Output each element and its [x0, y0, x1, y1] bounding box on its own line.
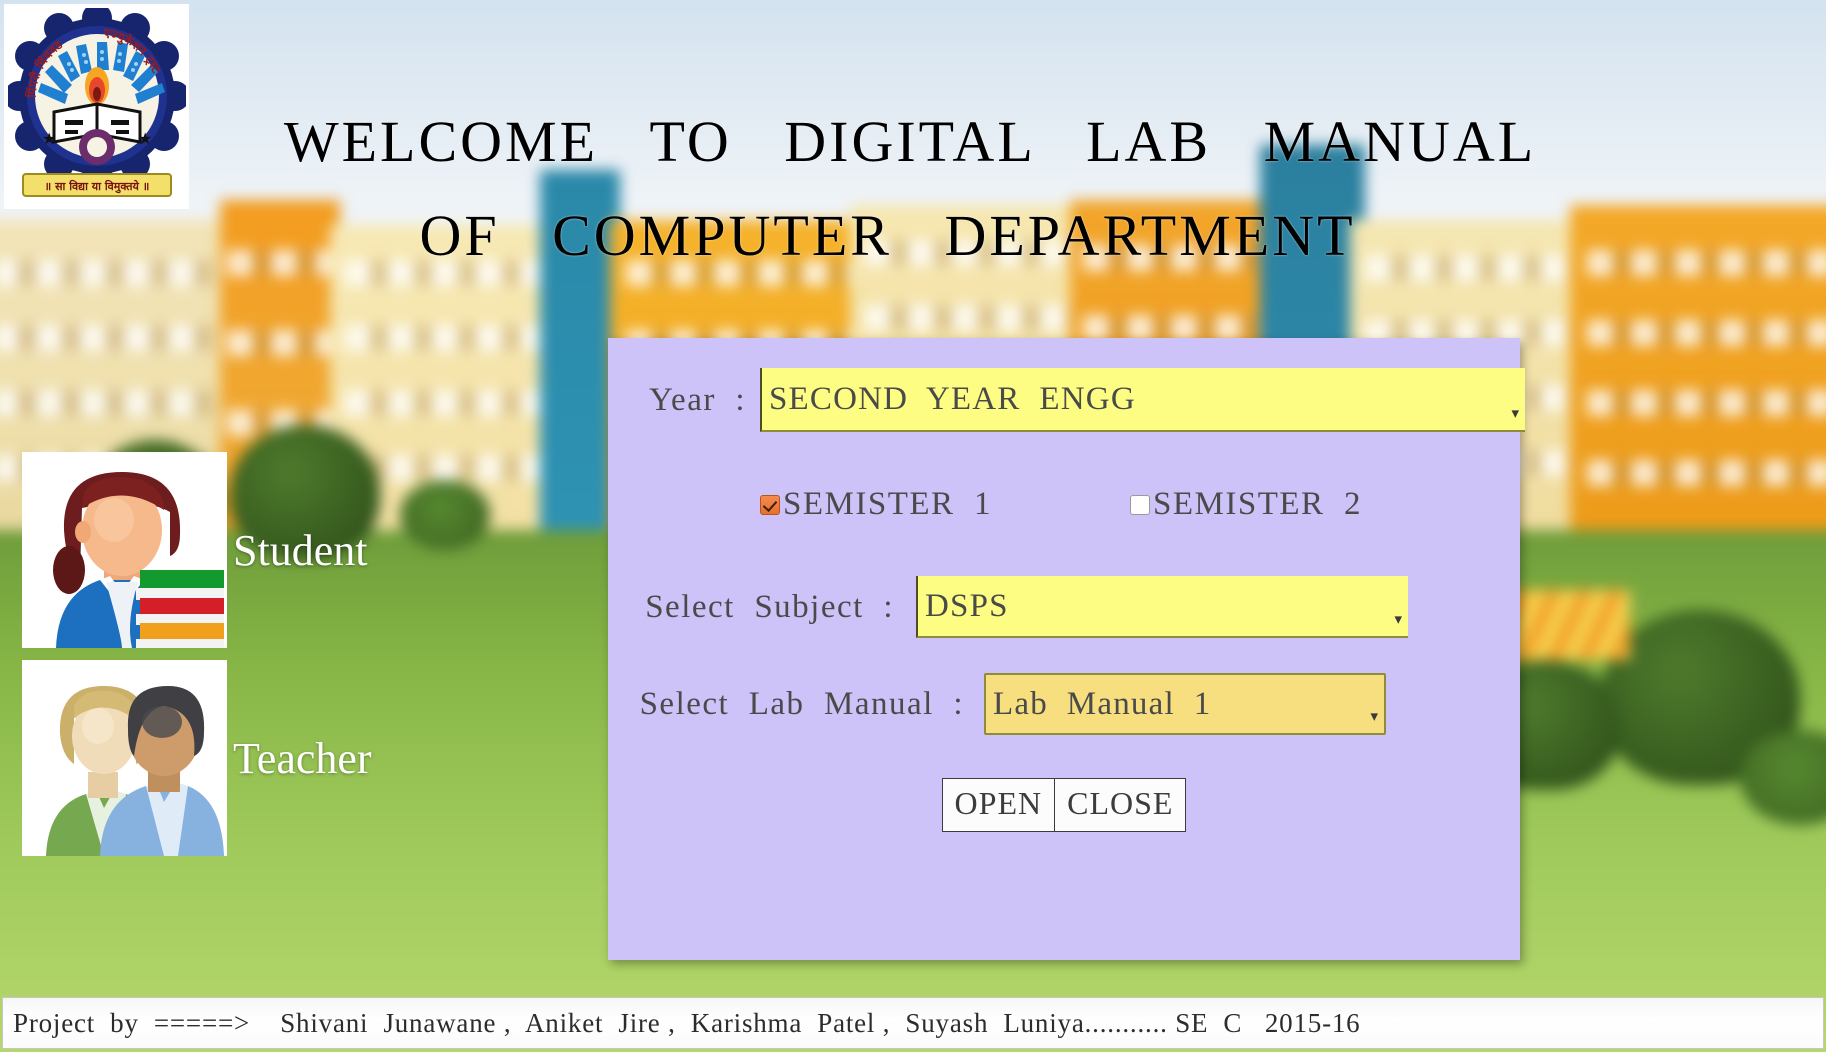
- svg-text:★: ★: [138, 131, 152, 148]
- subject-row: Select Subject : DSPS ▾: [634, 576, 1408, 638]
- chevron-down-icon[interactable]: ▾: [1370, 710, 1378, 725]
- title-line-1: WELCOME TO DIGITAL LAB MANUAL: [283, 109, 1537, 174]
- svg-text:★: ★: [42, 131, 56, 148]
- year-row: Year : SECOND YEAR ENGG ▾: [634, 368, 1525, 432]
- teacher-avatar-icon[interactable]: [22, 660, 227, 856]
- svg-text:॥ सा विद्या या विमुक्तये ॥: ॥ सा विद्या या विमुक्तये ॥: [44, 179, 149, 194]
- year-value: SECOND YEAR ENGG: [769, 380, 1136, 417]
- open-button[interactable]: OPEN: [941, 778, 1055, 832]
- lab-manual-dropdown[interactable]: Lab Manual 1 ▾: [984, 673, 1386, 735]
- lab-manual-selection-dialog: Year : SECOND YEAR ENGG ▾ SEMISTER 1 SEM…: [608, 338, 1525, 960]
- semester-1-label: SEMISTER 1: [783, 486, 993, 522]
- application-window: पिंपरी चिंचवड एज्युकेशन ट्रस्ट ★ ★ ॥ सा …: [0, 0, 1826, 1052]
- college-emblem-icon: पिंपरी चिंचवड एज्युकेशन ट्रस्ट ★ ★ ॥ सा …: [7, 7, 186, 197]
- student-avatar-icon[interactable]: [22, 452, 227, 648]
- semester-1-checkbox[interactable]: [760, 494, 780, 515]
- semester-row: SEMISTER 1 SEMISTER 2: [608, 486, 1520, 523]
- year-dropdown[interactable]: SECOND YEAR ENGG ▾: [760, 368, 1525, 432]
- subject-value: DSPS: [925, 587, 1009, 624]
- semester-2-checkbox[interactable]: [1130, 494, 1151, 515]
- subject-dropdown[interactable]: DSPS ▾: [916, 576, 1408, 638]
- subject-label: Select Subject :: [645, 588, 894, 625]
- role-teacher[interactable]: Teacher: [22, 660, 372, 856]
- semester-2-option[interactable]: SEMISTER 2: [1130, 486, 1362, 523]
- lab-manual-row: Select Lab Manual : Lab Manual 1 ▾: [634, 673, 1386, 735]
- footer-credits-text: Project by =====> Shivani Junawane , Ani…: [13, 1007, 1361, 1038]
- lab-manual-label: Select Lab Manual :: [639, 685, 964, 722]
- footer-credits-bar: Project by =====> Shivani Junawane , Ani…: [2, 997, 1824, 1049]
- shrub: [400, 480, 490, 550]
- teacher-label: Teacher: [233, 733, 372, 783]
- student-label: Student: [233, 525, 368, 575]
- role-student[interactable]: Student: [22, 452, 367, 648]
- title-line-2: OF COMPUTER DEPARTMENT: [419, 202, 1356, 268]
- page-title: WELCOME TO DIGITAL LAB MANUAL OF COMPUTE…: [190, 95, 1630, 283]
- college-logo: पिंपरी चिंचवड एज्युकेशन ट्रस्ट ★ ★ ॥ सा …: [4, 4, 189, 209]
- semester-2-label: SEMISTER 2: [1153, 486, 1363, 522]
- chevron-down-icon[interactable]: ▾: [1394, 613, 1402, 628]
- lab-manual-value: Lab Manual 1: [993, 685, 1212, 722]
- chevron-down-icon[interactable]: ▾: [1511, 407, 1519, 422]
- dialog-buttons: OPEN CLOSE: [608, 778, 1520, 832]
- close-button[interactable]: CLOSE: [1054, 778, 1187, 832]
- year-label: Year :: [649, 381, 746, 418]
- semester-1-option[interactable]: SEMISTER 1: [760, 486, 992, 523]
